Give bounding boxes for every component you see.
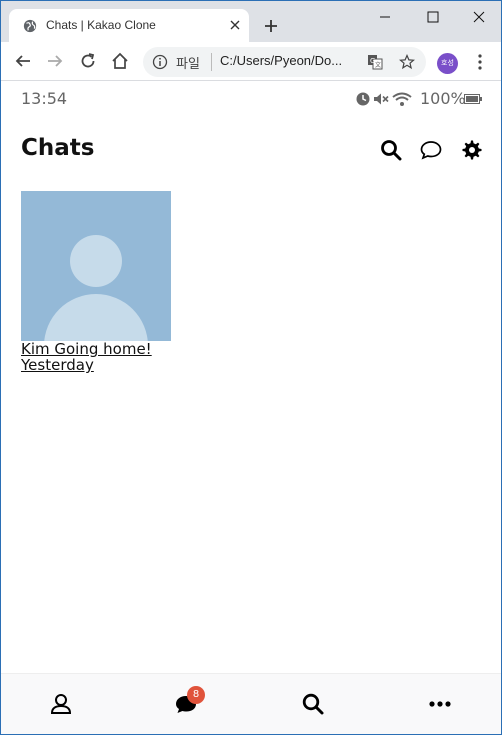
browser-tab-strip: Chats | Kakao Clone bbox=[1, 1, 501, 42]
default-user-icon bbox=[44, 235, 148, 341]
battery-percentage: 100% bbox=[420, 89, 466, 108]
reload-icon[interactable] bbox=[79, 52, 97, 70]
browser-toolbar: 파일 C:/Users/Pyeon/Do... G 文 호성 bbox=[1, 42, 501, 81]
kebab-menu-icon[interactable] bbox=[473, 53, 487, 71]
mute-icon bbox=[374, 93, 389, 105]
settings-icon[interactable] bbox=[460, 139, 482, 161]
close-icon[interactable] bbox=[227, 17, 243, 33]
address-separator bbox=[211, 53, 212, 71]
globe-icon bbox=[23, 19, 37, 33]
chat-list-item[interactable]: Kim Going home! Yesterday bbox=[21, 191, 221, 373]
back-arrow-icon[interactable] bbox=[14, 52, 32, 70]
status-bar: 13:54 100% bbox=[1, 81, 501, 117]
home-icon[interactable] bbox=[111, 52, 129, 70]
maximize-icon[interactable] bbox=[423, 7, 443, 27]
search-icon[interactable] bbox=[380, 139, 402, 161]
status-time: 13:54 bbox=[21, 89, 68, 108]
svg-text:文: 文 bbox=[375, 61, 381, 69]
minimize-icon[interactable] bbox=[375, 7, 395, 27]
translate-icon[interactable]: G 文 bbox=[367, 54, 383, 70]
chats-header: Chats bbox=[1, 117, 501, 183]
address-bar[interactable]: 파일 C:/Users/Pyeon/Do... G 文 bbox=[143, 47, 426, 77]
browser-tab[interactable]: Chats | Kakao Clone bbox=[9, 9, 249, 42]
profile-avatar[interactable]: 호성 bbox=[437, 53, 458, 74]
unread-count-badge: 8 bbox=[187, 686, 205, 704]
plus-icon[interactable] bbox=[263, 18, 279, 34]
wifi-icon bbox=[392, 92, 412, 106]
window-close-icon[interactable] bbox=[469, 7, 489, 27]
star-icon[interactable] bbox=[399, 54, 415, 70]
page-title: Chats bbox=[21, 135, 95, 161]
chat-name-and-message[interactable]: Kim Going home! bbox=[21, 341, 221, 357]
forward-arrow-icon[interactable] bbox=[46, 52, 64, 70]
browser-tab-title: Chats | Kakao Clone bbox=[46, 18, 156, 32]
alarm-icon bbox=[356, 92, 370, 106]
battery-icon bbox=[464, 94, 482, 104]
new-chat-icon[interactable] bbox=[420, 139, 442, 161]
info-icon[interactable] bbox=[152, 54, 168, 70]
address-scheme-label: 파일 bbox=[176, 56, 200, 71]
address-url[interactable]: C:/Users/Pyeon/Do... bbox=[220, 53, 360, 68]
status-icons bbox=[356, 92, 412, 106]
chat-timestamp[interactable]: Yesterday bbox=[21, 357, 221, 373]
person-icon[interactable] bbox=[49, 692, 73, 716]
chat-avatar bbox=[21, 191, 171, 341]
search-icon[interactable] bbox=[301, 692, 325, 716]
bottom-tab-bar bbox=[1, 673, 501, 734]
more-icon[interactable] bbox=[428, 692, 452, 716]
